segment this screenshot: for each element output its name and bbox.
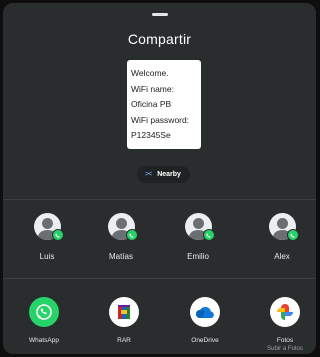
app-label: Fotos [276, 337, 294, 344]
contact-name: Emilio [187, 252, 209, 261]
app-target-google-photos[interactable]: Fotos Subir a Fotos [253, 297, 316, 353]
whatsapp-badge-icon [51, 229, 64, 241]
contact-target-alex[interactable]: Alex [252, 213, 312, 261]
rar-icon [109, 297, 139, 327]
app-target-whatsapp[interactable]: WhatsApp [12, 297, 76, 345]
section-divider [3, 278, 316, 279]
preview-line: Welcome. [131, 68, 169, 78]
section-divider [3, 199, 316, 200]
whatsapp-badge-icon [286, 229, 299, 241]
whatsapp-icon [29, 297, 59, 327]
contact-name: Matías [108, 252, 133, 261]
share-app-targets: WhatsApp RAR OneDrive Fotos Subir a Foto… [3, 297, 316, 354]
onedrive-icon [190, 297, 220, 327]
app-target-onedrive[interactable]: OneDrive [173, 297, 237, 345]
app-target-rar[interactable]: RAR [92, 297, 156, 345]
contact-target-luis[interactable]: Luis [17, 213, 77, 261]
share-sheet: Compartir Welcome. WiFi name: Oficina PB… [3, 3, 316, 354]
contact-name: Luis [39, 252, 55, 261]
nearby-share-label: Nearby [157, 171, 181, 178]
nearby-share-button[interactable]: >< Nearby [137, 166, 190, 183]
app-label: WhatsApp [29, 337, 59, 344]
shared-text-preview: Welcome. WiFi name: Oficina PB WiFi pass… [127, 60, 201, 149]
contact-target-emilio[interactable]: Emilio [168, 213, 228, 261]
preview-line: Oficina PB [131, 99, 172, 109]
preview-line: WiFi password: [131, 114, 190, 125]
nearby-share-icon: >< [145, 171, 152, 178]
preview-line: WiFi name: [131, 83, 174, 94]
preview-line: P12345Se [131, 130, 171, 140]
share-sheet-title: Compartir [127, 31, 192, 47]
drag-handle[interactable] [151, 13, 168, 16]
whatsapp-badge-icon [202, 229, 215, 241]
google-photos-icon [270, 297, 300, 327]
app-label: OneDrive [191, 337, 219, 344]
app-label: RAR [117, 337, 131, 344]
whatsapp-badge-icon [125, 229, 138, 241]
app-sublabel: Subir a Fotos [267, 346, 303, 352]
contact-name: Alex [274, 252, 290, 261]
contact-target-matias[interactable]: Matías [91, 213, 151, 261]
direct-share-contacts: Luis Matías Emilio Alex [3, 213, 316, 273]
